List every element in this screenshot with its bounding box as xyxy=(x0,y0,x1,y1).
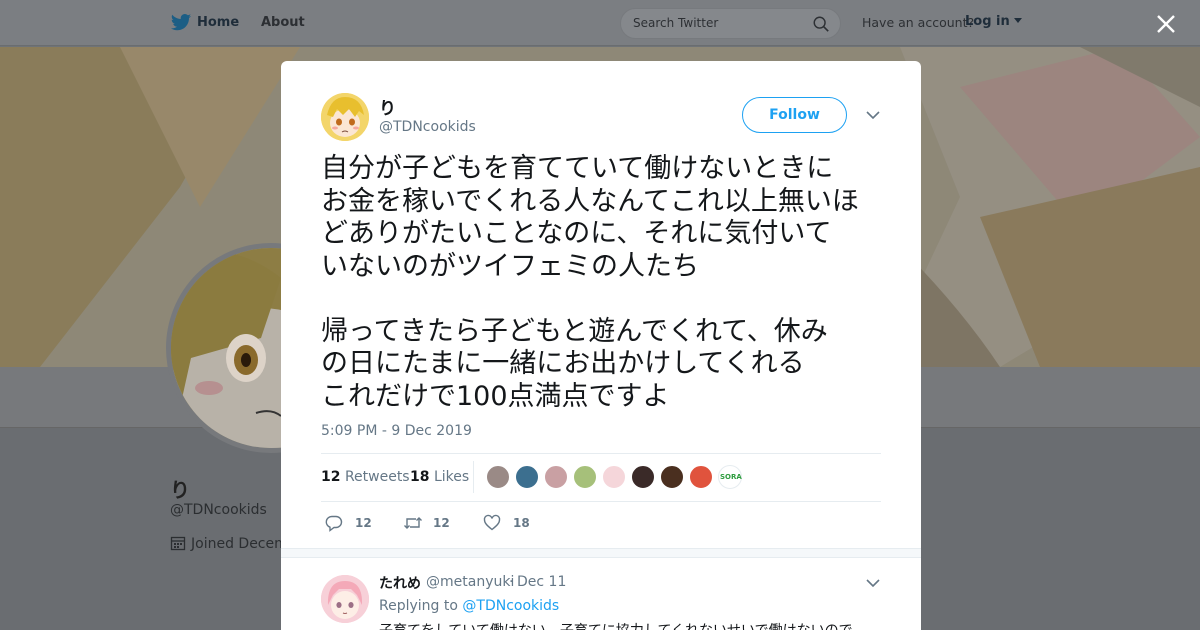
close-icon[interactable] xyxy=(1155,13,1177,35)
calendar-icon xyxy=(170,536,186,551)
like-count: 18 xyxy=(513,516,530,530)
liker-avatar[interactable] xyxy=(515,465,539,489)
replying-to: Replying to @TDNcookids xyxy=(379,598,559,614)
author-avatar[interactable] xyxy=(321,93,369,141)
reply-separator: · xyxy=(509,574,514,590)
divider xyxy=(473,461,474,493)
login-button[interactable]: Log in xyxy=(965,14,1023,29)
retweet-count: 12 xyxy=(433,516,450,530)
replying-to-link[interactable]: @TDNcookids xyxy=(462,598,559,614)
profile-joined: Joined Decem xyxy=(170,535,288,552)
reply-author-name[interactable]: たれめ xyxy=(379,573,421,593)
login-label[interactable]: Log in xyxy=(965,14,1010,29)
reply-menu-chevron-down-icon[interactable] xyxy=(865,577,881,589)
likes-count[interactable]: 18 xyxy=(410,469,429,485)
likes-stat[interactable]: 18 Likes xyxy=(410,469,469,485)
tweet-timestamp[interactable]: 5:09 PM - 9 Dec 2019 xyxy=(321,423,472,439)
author-name[interactable]: り xyxy=(379,94,396,119)
profile-name: り xyxy=(170,478,190,502)
chevron-down-icon xyxy=(1014,18,1023,23)
tweet-text: 自分が子どもを育てていて働けないときに お金を稼いでくれる人なんてこれ以上無いほ… xyxy=(321,153,859,412)
search-input[interactable]: Search Twitter xyxy=(633,16,718,30)
reply-icon[interactable] xyxy=(325,514,343,532)
reply-text: 子育てをしていて働けない、子育てに協力してくれないせいで働けないので xyxy=(379,620,879,630)
replying-prefix: Replying to xyxy=(379,598,458,614)
profile-joined-text: Joined Decem xyxy=(191,536,288,552)
reply-date[interactable]: Dec 11 xyxy=(517,574,566,590)
top-navigation-bar: Home About Search Twitter Have an accoun… xyxy=(0,0,1200,46)
liker-avatar[interactable] xyxy=(660,465,684,489)
follow-button[interactable]: Follow xyxy=(742,97,847,133)
nav-home-link[interactable]: Home xyxy=(197,15,239,30)
reply-author-avatar[interactable] xyxy=(321,575,369,623)
liker-avatar[interactable] xyxy=(602,465,626,489)
search-icon[interactable] xyxy=(812,15,830,33)
profile-handle: @TDNcookids xyxy=(170,502,267,518)
author-handle[interactable]: @TDNcookids xyxy=(379,119,476,135)
retweet-icon[interactable] xyxy=(403,514,423,532)
liker-avatar-label: SORA xyxy=(720,473,742,481)
search-box[interactable]: Search Twitter xyxy=(620,8,841,39)
retweets-count[interactable]: 12 xyxy=(321,469,340,485)
divider xyxy=(321,501,881,502)
tweet-modal: り @TDNcookids Follow 自分が子どもを育てていて働けないときに… xyxy=(281,61,921,630)
liker-avatar[interactable] xyxy=(631,465,655,489)
liker-avatar[interactable] xyxy=(486,465,510,489)
replies-separator xyxy=(281,548,921,558)
reply-count: 12 xyxy=(355,516,372,530)
nav-about-link[interactable]: About xyxy=(261,15,305,30)
liker-avatar[interactable]: SORA xyxy=(718,465,742,489)
likes-label[interactable]: Likes xyxy=(434,469,469,485)
liker-avatar[interactable] xyxy=(544,465,568,489)
heart-icon[interactable] xyxy=(483,514,501,532)
liker-avatar[interactable] xyxy=(573,465,597,489)
account-prompt: Have an account? xyxy=(862,15,975,30)
retweets-label[interactable]: Retweets xyxy=(345,469,410,485)
divider xyxy=(321,453,881,454)
twitter-bird-icon[interactable] xyxy=(170,13,192,33)
retweets-stat[interactable]: 12 Retweets xyxy=(321,469,410,485)
reply-author-handle[interactable]: @metanyuki xyxy=(426,574,514,590)
tweet-menu-chevron-down-icon[interactable] xyxy=(865,109,881,121)
liker-avatar[interactable] xyxy=(689,465,713,489)
